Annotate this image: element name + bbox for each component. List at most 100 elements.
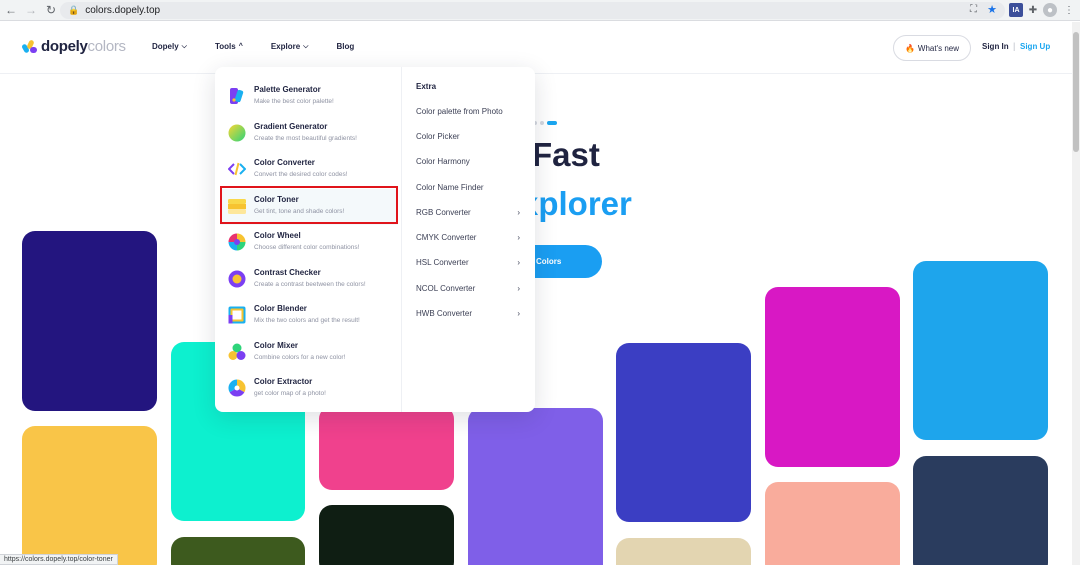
chevron-up-icon: ^: [238, 43, 243, 50]
extra-link-rgb-converter[interactable]: RGB Converter ›: [416, 208, 520, 217]
extra-link-label: Color Harmony: [416, 157, 470, 166]
bookmark-star-icon[interactable]: ★: [987, 3, 997, 16]
extra-link-hwb-converter[interactable]: HWB Converter ›: [416, 309, 520, 318]
tool-name: Color Extractor: [254, 377, 313, 386]
nav-item-dopely[interactable]: Dopely ⌵: [152, 42, 187, 51]
tool-description: Choose different color combinations!: [254, 244, 360, 251]
extra-link-label: NCOL Converter: [416, 284, 476, 293]
tool-name: Color Converter: [254, 158, 315, 167]
extractor-icon: [228, 379, 246, 397]
blender-icon: [228, 306, 246, 324]
auth-separator: |: [1013, 41, 1016, 51]
tool-color-wheel[interactable]: Color Wheel Choose different color combi…: [220, 225, 398, 261]
color-card[interactable]: [319, 505, 454, 565]
extra-link-label: Color palette from Photo: [416, 107, 503, 116]
sign-in-link[interactable]: Sign In: [982, 42, 1009, 51]
color-card[interactable]: [468, 408, 603, 565]
nav-item-explore[interactable]: Explore ⌵: [271, 42, 309, 51]
carousel-dot[interactable]: [540, 121, 544, 125]
extra-link-label: CMYK Converter: [416, 233, 477, 242]
extra-link-cmyk-converter[interactable]: CMYK Converter ›: [416, 233, 520, 242]
extra-section-title: Extra: [416, 82, 437, 91]
color-card[interactable]: [765, 287, 900, 467]
tool-contrast-checker[interactable]: Contrast Checker Create a contrast beetw…: [220, 262, 398, 298]
forward-arrow-icon[interactable]: →: [22, 1, 40, 19]
extra-link-label: Color Picker: [416, 132, 460, 141]
nav-item-blog[interactable]: Blog: [336, 42, 354, 51]
extra-link-label: Color Name Finder: [416, 183, 484, 192]
tool-name: Gradient Generator: [254, 122, 328, 131]
extra-link-hsl-converter[interactable]: HSL Converter ›: [416, 258, 520, 267]
browser-menu-icon[interactable]: ⋮: [1062, 3, 1076, 17]
tool-name: Color Mixer: [254, 341, 299, 350]
tool-description: Mix the two colors and get the result!: [254, 317, 360, 324]
tool-name: Contrast Checker: [254, 268, 321, 277]
contrast-icon: [228, 270, 246, 288]
tool-description: Create a contrast beetween the colors!: [254, 281, 366, 288]
extensions-puzzle-icon[interactable]: ✚: [1026, 3, 1040, 17]
page-scrollbar[interactable]: [1072, 22, 1080, 565]
tool-description: Make the best color palette!: [254, 98, 334, 105]
nav-item-tools[interactable]: Tools ^: [215, 42, 243, 51]
extra-link-palette-from-photo[interactable]: Color palette from Photo: [416, 107, 520, 116]
whats-new-label: What's new: [917, 43, 960, 53]
extra-link-label: HWB Converter: [416, 309, 473, 318]
fire-icon: 🔥: [904, 43, 915, 53]
logo-mark-icon: [21, 38, 38, 55]
color-card[interactable]: [616, 343, 751, 522]
link-status-bar: https://colors.dopely.top/color-toner: [0, 554, 118, 565]
color-card[interactable]: [913, 456, 1048, 565]
top-navigation: Dopely ⌵ Tools ^ Explore ⌵ Blog: [152, 42, 382, 51]
translate-icon[interactable]: ⛶: [970, 4, 977, 15]
address-bar[interactable]: 🔒 colors.dopely.top ⛶ ★: [60, 2, 1005, 19]
highlight-box: [220, 186, 398, 224]
ia-extension-icon[interactable]: IA: [1009, 3, 1023, 17]
site-header: dopelycolors Dopely ⌵ Tools ^ Explore ⌵ Blo…: [0, 22, 1072, 74]
chevron-right-icon: ›: [517, 233, 520, 242]
chevron-right-icon: ›: [517, 208, 520, 217]
color-card[interactable]: [319, 406, 454, 490]
color-card[interactable]: [913, 261, 1048, 440]
wheel-icon: [228, 233, 246, 251]
code-icon: [228, 162, 246, 176]
chevron-right-icon: ›: [517, 309, 520, 318]
reload-icon[interactable]: ↻: [42, 1, 60, 19]
nav-label: Explore: [270, 42, 301, 51]
color-card[interactable]: [22, 426, 157, 565]
extra-link-color-harmony[interactable]: Color Harmony: [416, 157, 520, 166]
tools-dropdown-menu: Palette Generator Make the best color pa…: [215, 67, 535, 412]
site-logo[interactable]: dopelycolors: [21, 38, 126, 55]
extra-link-label: RGB Converter: [416, 208, 471, 217]
extra-link-color-picker[interactable]: Color Picker: [416, 132, 520, 141]
extra-link-color-name-finder[interactable]: Color Name Finder: [416, 183, 520, 192]
color-card[interactable]: [171, 537, 305, 565]
extra-link-ncol-converter[interactable]: NCOL Converter ›: [416, 284, 520, 293]
tool-color-converter[interactable]: Color Converter Convert the desired colo…: [220, 152, 398, 188]
url-text: colors.dopely.top: [85, 5, 161, 16]
sign-up-link[interactable]: Sign Up: [1020, 42, 1050, 51]
lock-icon: 🔒: [68, 5, 80, 15]
nav-label: Blog: [336, 42, 355, 51]
browser-toolbar: ← → ↻ 🔒 colors.dopely.top ⛶ ★ IA ✚ ● ⋮: [0, 0, 1080, 21]
carousel-dots: [533, 121, 560, 125]
tool-description: Combine colors for a new color!: [254, 354, 346, 361]
chevron-right-icon: ›: [517, 284, 520, 293]
tool-palette-generator[interactable]: Palette Generator Make the best color pa…: [220, 79, 398, 115]
tool-color-extractor[interactable]: Color Extractor get color map of a photo…: [220, 371, 398, 407]
profile-avatar-icon[interactable]: ●: [1043, 3, 1057, 17]
nav-label: Tools: [214, 42, 236, 51]
scrollbar-thumb[interactable]: [1073, 32, 1079, 152]
color-card[interactable]: [22, 231, 157, 411]
tool-gradient-generator[interactable]: Gradient Generator Create the most beaut…: [220, 116, 398, 152]
whats-new-button[interactable]: 🔥 What's new: [893, 35, 971, 61]
logo-text-primary: dopely: [41, 38, 88, 55]
back-arrow-icon[interactable]: ←: [2, 1, 20, 19]
mixer-icon: [228, 343, 246, 360]
extra-link-label: HSL Converter: [416, 258, 469, 267]
tool-color-blender[interactable]: Color Blender Mix the two colors and get…: [220, 298, 398, 334]
tool-color-mixer[interactable]: Color Mixer Combine colors for a new col…: [220, 335, 398, 371]
color-card[interactable]: [616, 538, 751, 565]
palette-icon: [230, 88, 244, 104]
color-card[interactable]: [765, 482, 900, 565]
carousel-dot-active[interactable]: [547, 121, 557, 125]
